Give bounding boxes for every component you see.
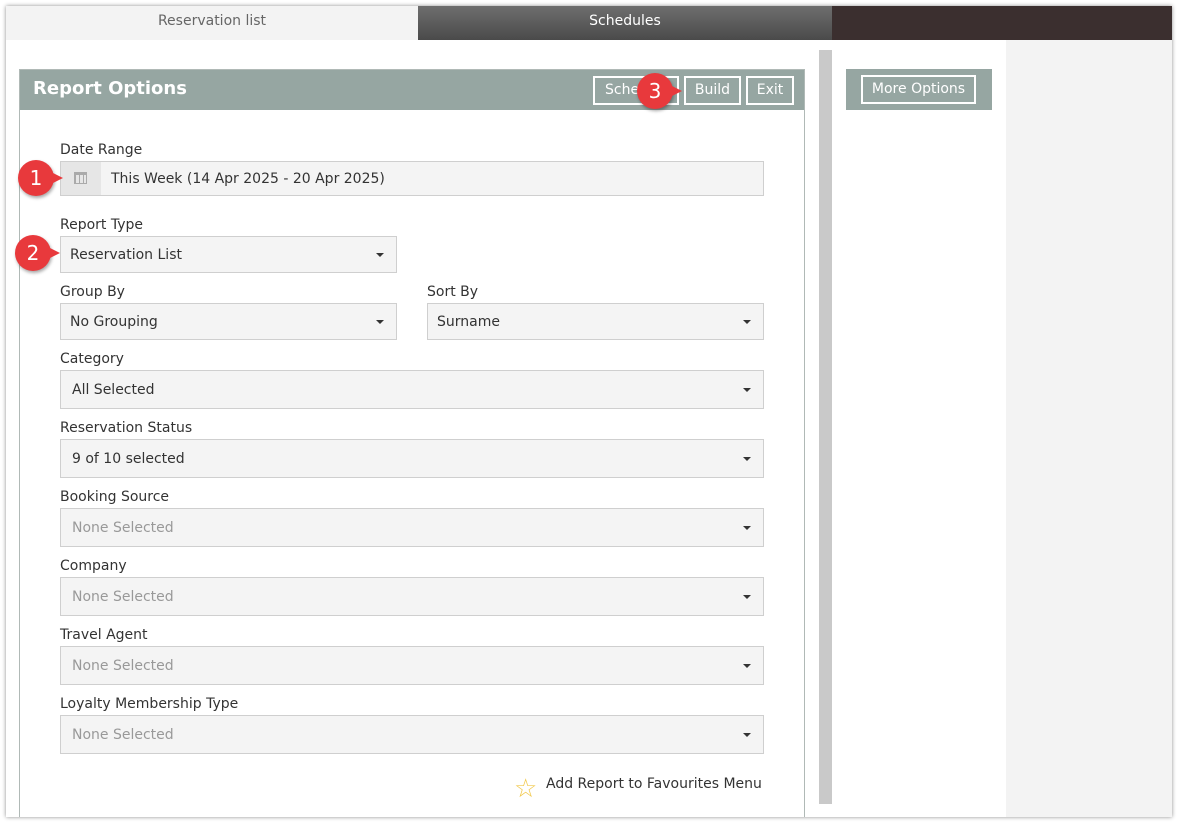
build-button[interactable]: Build: [684, 76, 741, 105]
chevron-down-icon: [743, 594, 751, 599]
sort-by-value: Surname: [437, 313, 500, 330]
star-icon[interactable]: ☆: [514, 776, 537, 802]
booking-source-value: None Selected: [72, 519, 174, 536]
top-bar-dark: [832, 6, 1172, 40]
calendar-icon: [74, 172, 87, 184]
reservation-status-value: 9 of 10 selected: [72, 450, 185, 467]
more-options-button[interactable]: More Options: [861, 75, 976, 104]
more-options-bar: More Options: [846, 69, 992, 110]
date-range-field[interactable]: This Week (14 Apr 2025 - 20 Apr 2025): [60, 161, 764, 196]
chevron-down-icon: [376, 252, 384, 257]
chevron-down-icon: [743, 663, 751, 668]
panel-header: Report Options Schedule Build Exit: [20, 70, 804, 110]
category-value: All Selected: [72, 381, 155, 398]
travel-agent-label: Travel Agent: [60, 627, 148, 643]
sort-by-label: Sort By: [427, 284, 479, 300]
chevron-down-icon: [743, 456, 751, 461]
travel-agent-value: None Selected: [72, 657, 174, 674]
report-type-label: Report Type: [60, 217, 144, 233]
callout-badge-3: 3: [637, 73, 682, 109]
callout-badge-1: 1: [18, 160, 63, 196]
company-value: None Selected: [72, 588, 174, 605]
loyalty-select[interactable]: None Selected: [60, 715, 764, 754]
tab-schedules[interactable]: Schedules: [418, 6, 832, 40]
date-range-value: This Week (14 Apr 2025 - 20 Apr 2025): [111, 170, 385, 187]
group-by-value: No Grouping: [70, 313, 158, 330]
app-window: Reservation list Schedules Report Option…: [6, 6, 1172, 817]
group-by-select[interactable]: No Grouping: [60, 303, 397, 340]
panel-title: Report Options: [33, 78, 187, 99]
callout-badge-2: 2: [15, 235, 60, 271]
loyalty-value: None Selected: [72, 726, 174, 743]
company-select[interactable]: None Selected: [60, 577, 764, 616]
chevron-down-icon: [743, 525, 751, 530]
category-select[interactable]: All Selected: [60, 370, 764, 409]
date-range-label: Date Range: [60, 142, 143, 158]
reservation-status-label: Reservation Status: [60, 420, 193, 436]
calendar-button[interactable]: [61, 162, 101, 195]
reservation-status-select[interactable]: 9 of 10 selected: [60, 439, 764, 478]
group-by-label: Group By: [60, 284, 125, 300]
chevron-down-icon: [743, 387, 751, 392]
travel-agent-select[interactable]: None Selected: [60, 646, 764, 685]
company-label: Company: [60, 558, 127, 574]
report-type-value: Reservation List: [70, 246, 182, 263]
booking-source-select[interactable]: None Selected: [60, 508, 764, 547]
chevron-down-icon: [743, 319, 751, 324]
right-background: [1006, 40, 1172, 817]
booking-source-label: Booking Source: [60, 489, 170, 505]
scrollbar[interactable]: [819, 50, 832, 804]
loyalty-label: Loyalty Membership Type: [60, 696, 239, 712]
chevron-down-icon: [376, 319, 384, 324]
chevron-down-icon: [743, 732, 751, 737]
tab-reservation-list[interactable]: Reservation list: [6, 6, 418, 40]
exit-button[interactable]: Exit: [746, 76, 794, 105]
sort-by-select[interactable]: Surname: [427, 303, 764, 340]
report-type-select[interactable]: Reservation List: [60, 236, 397, 273]
add-to-favourites-link[interactable]: Add Report to Favourites Menu: [546, 776, 762, 792]
category-label: Category: [60, 351, 124, 367]
